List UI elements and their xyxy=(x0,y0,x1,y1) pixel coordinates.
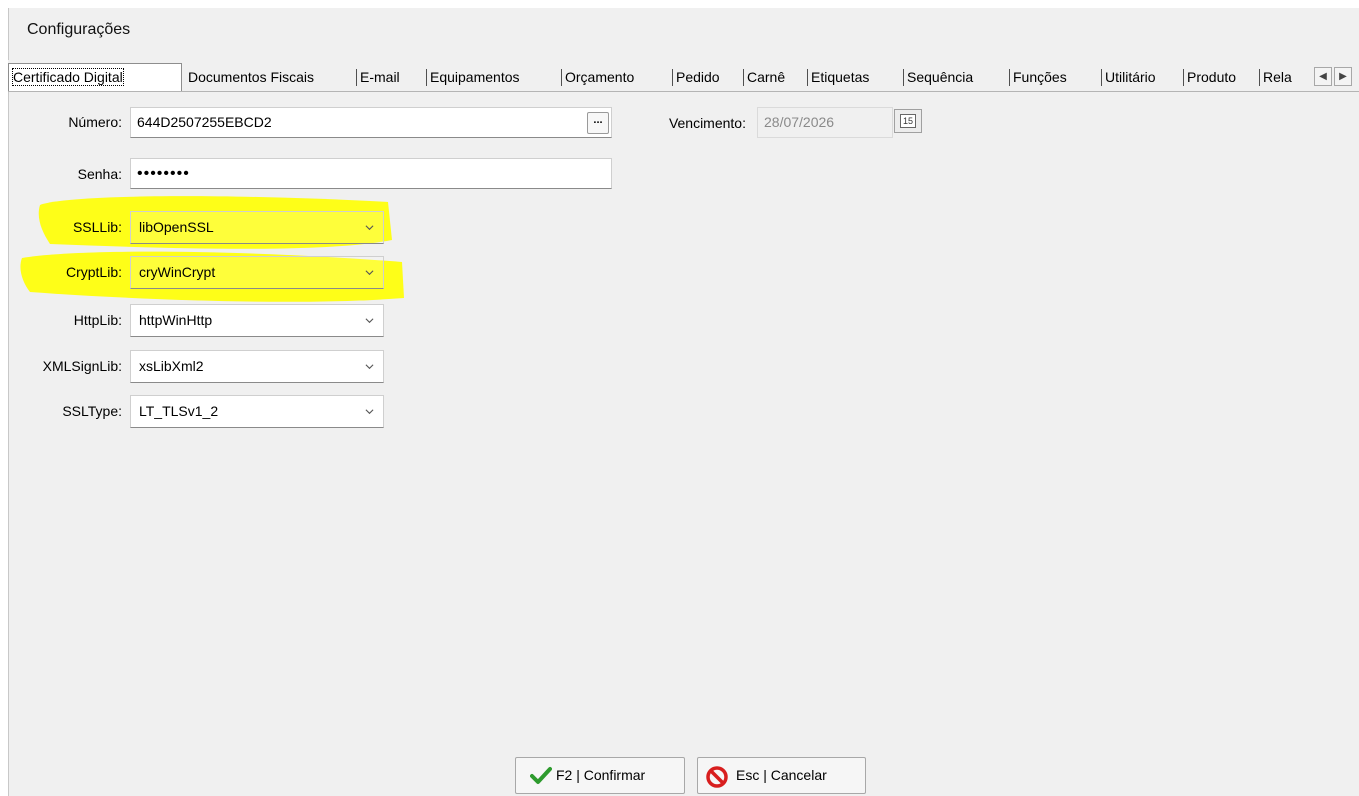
confirm-button[interactable]: F2 | Confirmar xyxy=(515,757,685,794)
calendar-icon[interactable]: 15 xyxy=(894,109,922,133)
ssltype-select[interactable]: LT_TLSv1_2 xyxy=(130,395,384,428)
numero-label: Número: xyxy=(68,114,122,130)
chevron-down-icon xyxy=(365,409,374,415)
xmlsignlib-select[interactable]: xsLibXml2 xyxy=(130,350,384,383)
cancel-button[interactable]: Esc | Cancelar xyxy=(697,757,866,794)
no-entry-icon xyxy=(706,766,728,788)
checkmark-icon xyxy=(530,767,552,784)
xmlsignlib-label: XMLSignLib: xyxy=(42,358,122,374)
vencimento-field: 28/07/2026 xyxy=(757,107,893,138)
chevron-down-icon xyxy=(365,270,374,276)
senha-label: Senha: xyxy=(77,166,122,182)
ssllib-label: SSLLib: xyxy=(72,219,122,235)
numero-browse-button[interactable]: ... xyxy=(587,112,609,134)
vencimento-label: Vencimento: xyxy=(668,115,746,131)
cryptlib-select[interactable]: cryWinCrypt xyxy=(130,256,384,289)
chevron-down-icon xyxy=(365,364,374,370)
senha-field[interactable]: •••••••• xyxy=(130,158,612,189)
chevron-down-icon xyxy=(365,318,374,324)
numero-field[interactable]: 644D2507255EBCD2 xyxy=(130,107,612,138)
ssllib-select[interactable]: libOpenSSL xyxy=(130,211,384,244)
httplib-label: HttpLib: xyxy=(73,312,122,328)
httplib-select[interactable]: httpWinHttp xyxy=(130,304,384,337)
cryptlib-label: CryptLib: xyxy=(65,264,122,280)
ssltype-label: SSLType: xyxy=(62,403,122,419)
chevron-down-icon xyxy=(365,225,374,231)
